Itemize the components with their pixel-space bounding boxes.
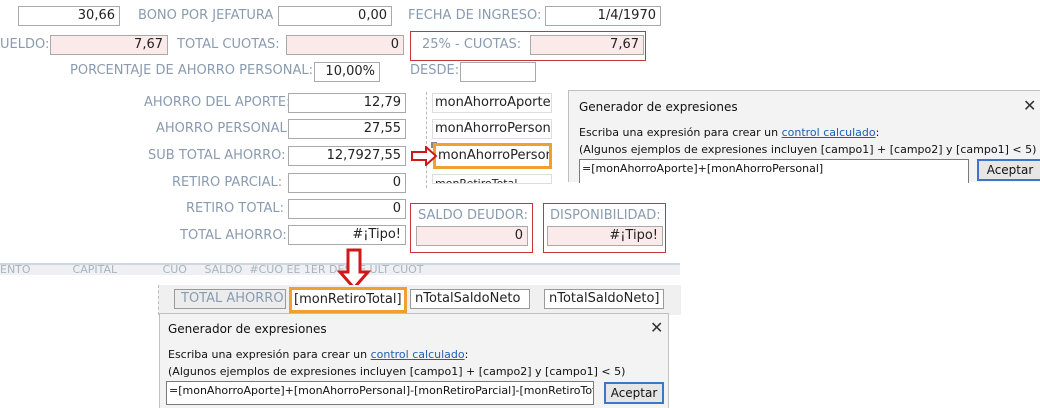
label-bono-jefatura: BONO POR JEFATURA bbox=[138, 8, 274, 23]
accept-button[interactable]: Aceptar bbox=[604, 382, 664, 404]
field-ahorro-aporte[interactable]: 12,79 bbox=[288, 93, 406, 113]
label-desde: DESDE: bbox=[410, 63, 460, 78]
control-mon-ahorro-aporte[interactable]: monAhorroAporte bbox=[432, 93, 552, 113]
label-total-ahorro-design: TOTAL AHORRO: bbox=[174, 289, 286, 309]
close-icon[interactable]: ✕ bbox=[650, 318, 663, 337]
label-ahorro-personal: AHORRO PERSONAL: bbox=[156, 121, 292, 136]
field-desde[interactable] bbox=[460, 62, 536, 82]
control-mon-ahorro-personal[interactable]: monAhorroPersonal bbox=[432, 119, 552, 139]
field-porcentaje-ahorro[interactable]: 10,00% bbox=[314, 62, 380, 82]
field-bono-jefatura[interactable]: 0,00 bbox=[278, 6, 392, 26]
field-disponibilidad[interactable]: #¡Tipo! bbox=[547, 226, 663, 246]
field-total-ahorro[interactable]: #¡Tipo! bbox=[288, 225, 406, 245]
dialog-title: Generador de expresiones bbox=[168, 322, 327, 336]
expression-input[interactable]: =[monAhorroAporte]+[monAhorroPersonal]-[… bbox=[166, 381, 594, 405]
expression-input[interactable]: =[monAhorroAporte]+[monAhorroPersonal] bbox=[579, 159, 969, 183]
arrow-right-icon bbox=[411, 146, 438, 166]
field-retiro-parcial[interactable]: 0 bbox=[288, 173, 406, 193]
dialog-title: Generador de expresiones bbox=[579, 100, 738, 114]
label-porcentaje-ahorro: PORCENTAJE DE AHORRO PERSONAL: bbox=[70, 63, 313, 78]
close-icon[interactable]: ✕ bbox=[1023, 96, 1036, 115]
field-sueldo[interactable]: 7,67 bbox=[50, 35, 168, 55]
label-25-cuotas: 25% - CUOTAS: bbox=[422, 37, 522, 52]
dialog-instructions: Escriba una expresión para crear un cont… bbox=[579, 126, 879, 139]
instructions-colon: : bbox=[464, 348, 469, 361]
arrow-down-icon bbox=[337, 248, 371, 290]
field-fecha-ingreso[interactable]: 1/4/1970 bbox=[545, 6, 661, 26]
instructions-colon: : bbox=[875, 126, 880, 139]
expression-builder-dialog-bottom: Generador de expresiones ✕ Escriba una e… bbox=[159, 313, 669, 408]
label-sueldo: UELDO: bbox=[0, 37, 50, 52]
control-saldo-neto-2[interactable]: nTotalSaldoNeto] bbox=[544, 289, 664, 309]
field-total-cuotas[interactable]: 0 bbox=[286, 35, 404, 55]
dialog-instructions: Escriba una expresión para crear un cont… bbox=[168, 348, 468, 361]
field-retiro-total[interactable]: 0 bbox=[288, 199, 406, 219]
label-saldo-deudor: SALDO DEUDOR: bbox=[418, 208, 528, 223]
label-sub-total-ahorro: SUB TOTAL AHORRO: bbox=[148, 148, 286, 163]
label-total-cuotas: TOTAL CUOTAS: bbox=[177, 37, 280, 52]
instructions-text: Escriba una expresión para crear un bbox=[579, 126, 782, 139]
label-retiro-total: RETIRO TOTAL: bbox=[186, 201, 285, 216]
label-fecha-ingreso: FECHA DE INGRESO: bbox=[408, 8, 542, 23]
expression-builder-dialog-top: Generador de expresiones ✕ Escriba una e… bbox=[568, 90, 1040, 183]
label-total-ahorro: TOTAL AHORRO: bbox=[180, 228, 287, 243]
label-disponibilidad: DISPONIBILIDAD: bbox=[550, 208, 661, 223]
field-25-cuotas[interactable]: 7,67 bbox=[530, 35, 644, 55]
instructions-text: Escriba una expresión para crear un bbox=[168, 348, 371, 361]
link-control-calculado[interactable]: control calculado bbox=[371, 348, 465, 361]
field-sub-total-ahorro[interactable]: 12,7927,55 bbox=[288, 146, 406, 166]
accept-button[interactable]: Aceptar bbox=[977, 159, 1040, 181]
field-saldo-deudor[interactable]: 0 bbox=[416, 226, 528, 246]
control-mon-ahorro-personal-selected[interactable]: monAhorroPersonal] bbox=[433, 143, 552, 169]
dialog-examples: (Algunos ejemplos de expresiones incluye… bbox=[168, 365, 626, 378]
control-mon-retiro-total-selected[interactable]: [monRetiroTotal] bbox=[289, 287, 407, 313]
field-top-left[interactable]: 30,66 bbox=[18, 6, 120, 26]
dialog-examples: (Algunos ejemplos de expresiones incluye… bbox=[579, 143, 1037, 156]
control-saldo-neto-1[interactable]: nTotalSaldoNeto bbox=[410, 289, 530, 309]
label-ahorro-aporte: AHORRO DEL APORTE: bbox=[144, 95, 291, 110]
control-mon-retiro-total-partial[interactable]: monRetiroTotal bbox=[432, 174, 552, 184]
label-retiro-parcial: RETIRO PARCIAL: bbox=[172, 175, 283, 190]
link-control-calculado[interactable]: control calculado bbox=[782, 126, 876, 139]
field-ahorro-personal[interactable]: 27,55 bbox=[288, 119, 406, 139]
